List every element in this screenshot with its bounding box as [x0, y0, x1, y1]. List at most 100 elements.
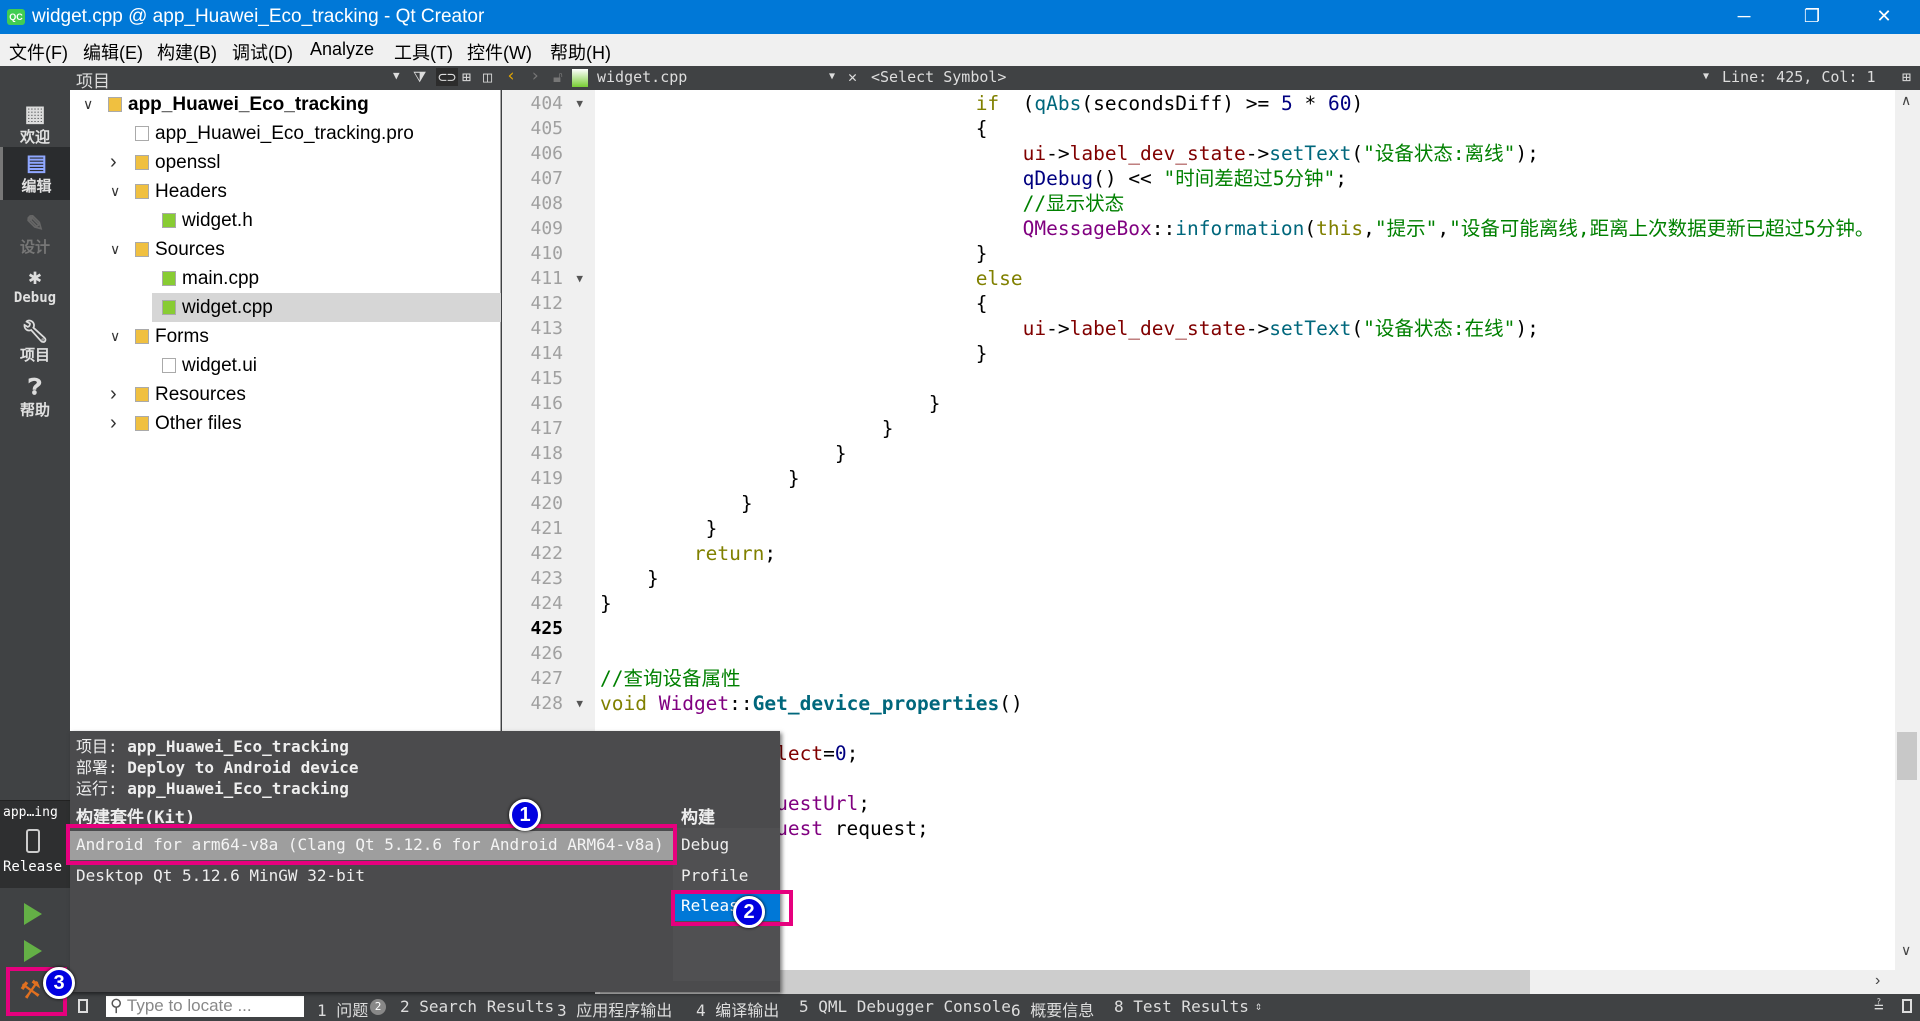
tab-issues[interactable]: 1 问题 [317, 997, 368, 1021]
code-editor[interactable]: if (qAbs(secondsDiff) >= 5 * 60) { ui->l… [595, 90, 1895, 970]
link-icon[interactable]: ⊂⊃ [436, 68, 459, 86]
chevron-right-icon[interactable]: › [110, 148, 117, 177]
run-icon[interactable] [24, 903, 42, 925]
code-line[interactable]: } [600, 241, 988, 266]
scroll-right-icon[interactable]: › [1875, 972, 1880, 990]
project-pane-title[interactable]: 项目 [76, 67, 110, 92]
code-line[interactable]: } [600, 391, 941, 416]
code-line[interactable]: } [600, 441, 847, 466]
tab-qml-debugger-console[interactable]: 5 QML Debugger Console [799, 997, 1011, 1016]
toggle-output-icon[interactable] [1902, 999, 1912, 1013]
target-selector[interactable]: app…ing Release [0, 801, 70, 888]
scrollbar-handle[interactable] [1897, 732, 1917, 780]
fold-icon[interactable]: ▼ [576, 91, 583, 116]
menu-help[interactable]: 帮助(H) [550, 39, 611, 65]
code-line[interactable]: } [600, 491, 753, 516]
tree-item[interactable]: › Resources [70, 380, 501, 409]
scroll-up-icon[interactable]: ∧ [1901, 92, 1911, 109]
scroll-down-icon[interactable]: ∨ [1901, 942, 1911, 959]
split-editor-icon[interactable]: ⊞ [1902, 68, 1911, 86]
close-button[interactable]: ✕ [1856, 0, 1912, 34]
menu-file[interactable]: 文件(F) [9, 39, 68, 65]
code-line[interactable]: qDebug() << "时间差超过5分钟"; [600, 166, 1347, 191]
close-pane-icon[interactable]: ◫ [483, 68, 492, 86]
chevron-right-icon[interactable]: › [110, 409, 117, 438]
symbol-selector[interactable]: <Select Symbol> [871, 68, 1006, 86]
mode-edit[interactable]: ▤ 编辑 [0, 147, 70, 200]
code-line[interactable]: { [600, 116, 988, 141]
code-line[interactable]: { [600, 291, 988, 316]
horizontal-scrollbar[interactable]: › [595, 970, 1920, 994]
pane-dropdown-icon[interactable]: ▼ [393, 69, 400, 82]
locator-input[interactable]: ⚲ Type to locate ... [106, 996, 304, 1017]
code-line[interactable]: QMessageBox::information(this,"提示","设备可能… [600, 216, 1875, 241]
code-line[interactable]: return; [600, 541, 776, 566]
tab-test-results[interactable]: 8 Test Results [1114, 997, 1249, 1016]
open-document[interactable]: widget.cpp [597, 68, 687, 86]
document-dropdown-icon[interactable]: ▼ [829, 71, 835, 82]
forward-icon[interactable]: › [530, 66, 540, 86]
menu-build[interactable]: 构建(B) [157, 39, 217, 65]
code-line[interactable]: //显示状态 [600, 191, 1124, 216]
mode-projects[interactable]: 🔧︎ 项目 [0, 320, 70, 365]
progress-icon[interactable]: ≟ [1874, 997, 1884, 1016]
fold-icon[interactable]: ▼ [576, 691, 583, 716]
close-document-icon[interactable]: ✕ [848, 68, 857, 86]
mode-design[interactable]: ✎ 设计 [0, 212, 70, 257]
menu-widgets[interactable]: 控件(W) [467, 39, 532, 65]
chevron-down-icon[interactable]: ∨ [110, 177, 120, 206]
tab-application-output[interactable]: 3 应用程序输出 [557, 997, 672, 1021]
tree-item[interactable]: main.cpp [70, 264, 501, 293]
code-line[interactable]: } [600, 416, 894, 441]
cursor-position[interactable]: Line: 425, Col: 1 [1722, 68, 1876, 86]
code-line[interactable]: } [600, 466, 800, 491]
code-line[interactable]: if (qAbs(secondsDiff) >= 5 * 60) [600, 91, 1364, 116]
code-line[interactable]: } [600, 341, 988, 366]
mode-welcome[interactable]: ▦ 欢迎 [0, 102, 70, 147]
code-line[interactable]: ui->label_dev_state->setText("设备状态:在线"); [600, 316, 1539, 341]
split-icon[interactable]: ⊞ [462, 68, 471, 86]
code-line[interactable]: else [600, 266, 1023, 291]
code-line[interactable]: } [600, 591, 612, 616]
menu-debug[interactable]: 调试(D) [232, 39, 293, 65]
back-icon[interactable]: ‹ [506, 66, 516, 86]
tree-item[interactable]: › Other files [70, 409, 501, 438]
more-tabs-icon[interactable]: ⇕ [1255, 999, 1262, 1013]
tree-item[interactable]: app_Huawei_Eco_tracking.pro [70, 119, 501, 148]
tree-item[interactable]: widget.ui [70, 351, 501, 380]
vertical-scrollbar[interactable]: ∧ ∨ [1895, 90, 1920, 970]
code-line[interactable]: } [600, 566, 659, 591]
chevron-down-icon[interactable]: ∨ [83, 90, 93, 119]
tree-item[interactable]: widget.h [70, 206, 501, 235]
fold-icon[interactable]: ▼ [576, 266, 583, 291]
menu-edit[interactable]: 编辑(E) [83, 39, 143, 65]
tree-item[interactable]: ∨ Headers [70, 177, 501, 206]
chevron-down-icon[interactable]: ∨ [110, 235, 120, 264]
chevron-right-icon[interactable]: › [110, 380, 117, 409]
code-line[interactable]: } [600, 516, 718, 541]
build-option-debug[interactable]: Debug [681, 835, 729, 854]
tab-compile-output[interactable]: 4 编译输出 [696, 997, 779, 1021]
menu-analyze[interactable]: Analyze [310, 39, 374, 60]
tree-item[interactable]: ∨ Forms [70, 322, 501, 351]
build-option-profile[interactable]: Profile [681, 866, 748, 885]
minimize-button[interactable]: ─ [1716, 0, 1772, 34]
code-line[interactable]: ui->label_dev_state->setText("设备状态:离线"); [600, 141, 1539, 166]
mode-debug[interactable]: ✱ Debug [0, 266, 70, 307]
chevron-down-icon[interactable]: ∨ [110, 322, 120, 351]
toggle-sidebar-icon[interactable] [78, 999, 88, 1013]
tab-search-results[interactable]: 2 Search Results [400, 997, 554, 1016]
tree-item[interactable]: ∨ Sources [70, 235, 501, 264]
filter-icon[interactable]: ⧩ [413, 68, 426, 86]
tree-item[interactable]: widget.cpp [152, 293, 501, 322]
mode-help[interactable]: ❓︎ 帮助 [0, 375, 70, 420]
symbol-dropdown-icon[interactable]: ▼ [1703, 71, 1709, 82]
restore-button[interactable]: ❐ [1784, 0, 1840, 34]
kit-option-desktop[interactable]: Desktop Qt 5.12.6 MinGW 32-bit [70, 866, 365, 885]
code-line[interactable]: //查询设备属性 [600, 666, 740, 691]
code-line[interactable]: void Widget::Get_device_properties() [600, 691, 1023, 716]
menu-tools[interactable]: 工具(T) [394, 39, 453, 65]
tree-item[interactable]: › openssl [70, 148, 501, 177]
tab-general-messages[interactable]: 6 概要信息 [1011, 997, 1094, 1021]
debug-run-icon[interactable] [24, 940, 42, 962]
